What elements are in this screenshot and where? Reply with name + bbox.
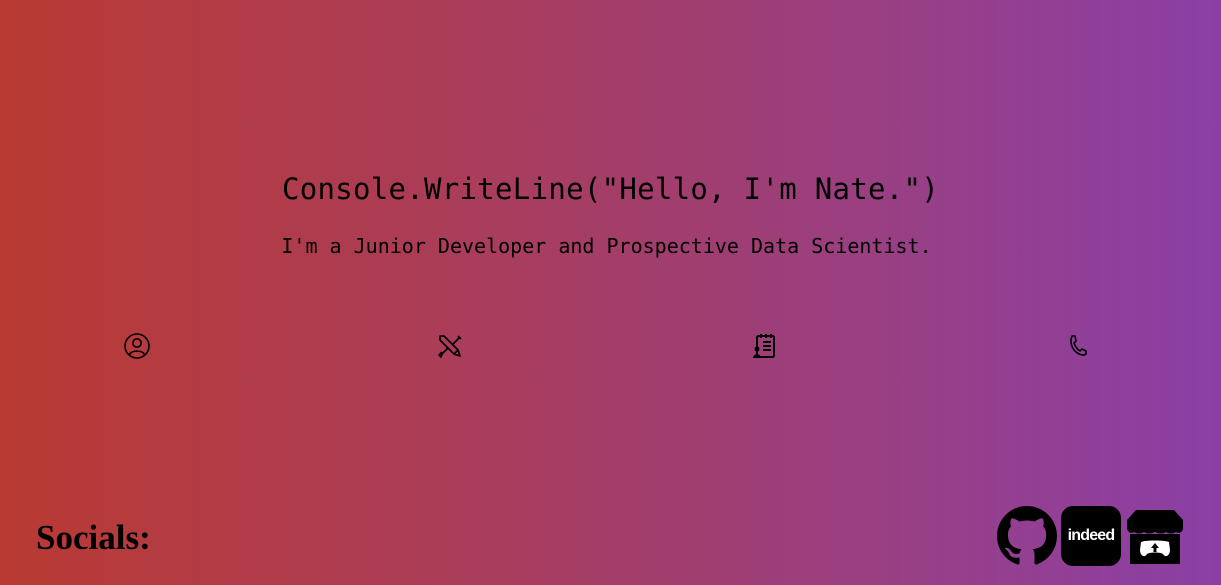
about-nav-link[interactable] [123,332,151,360]
github-link[interactable] [997,506,1057,566]
contact-nav-link[interactable] [1064,332,1092,360]
phone-icon [1070,335,1087,356]
hero-title: Console.WriteLine("Hello, I'm Nate.") [281,172,940,206]
resume-icon [753,334,775,358]
socials-label: Socials: [36,518,151,557]
profile-icon [124,333,150,359]
tools-icon [438,335,462,358]
indeed-icon: indeed [1061,506,1121,566]
resume-nav-link[interactable] [750,332,778,360]
github-icon [997,506,1057,565]
indeed-link[interactable]: indeed [1061,506,1121,566]
hero-subtitle: I'm a Junior Developer and Prospective D… [281,234,932,258]
itchio-icon [1127,510,1183,564]
skills-nav-link[interactable] [436,332,464,360]
itchio-link[interactable] [1125,506,1185,566]
indeed-logo-text: indeed [1067,527,1116,544]
